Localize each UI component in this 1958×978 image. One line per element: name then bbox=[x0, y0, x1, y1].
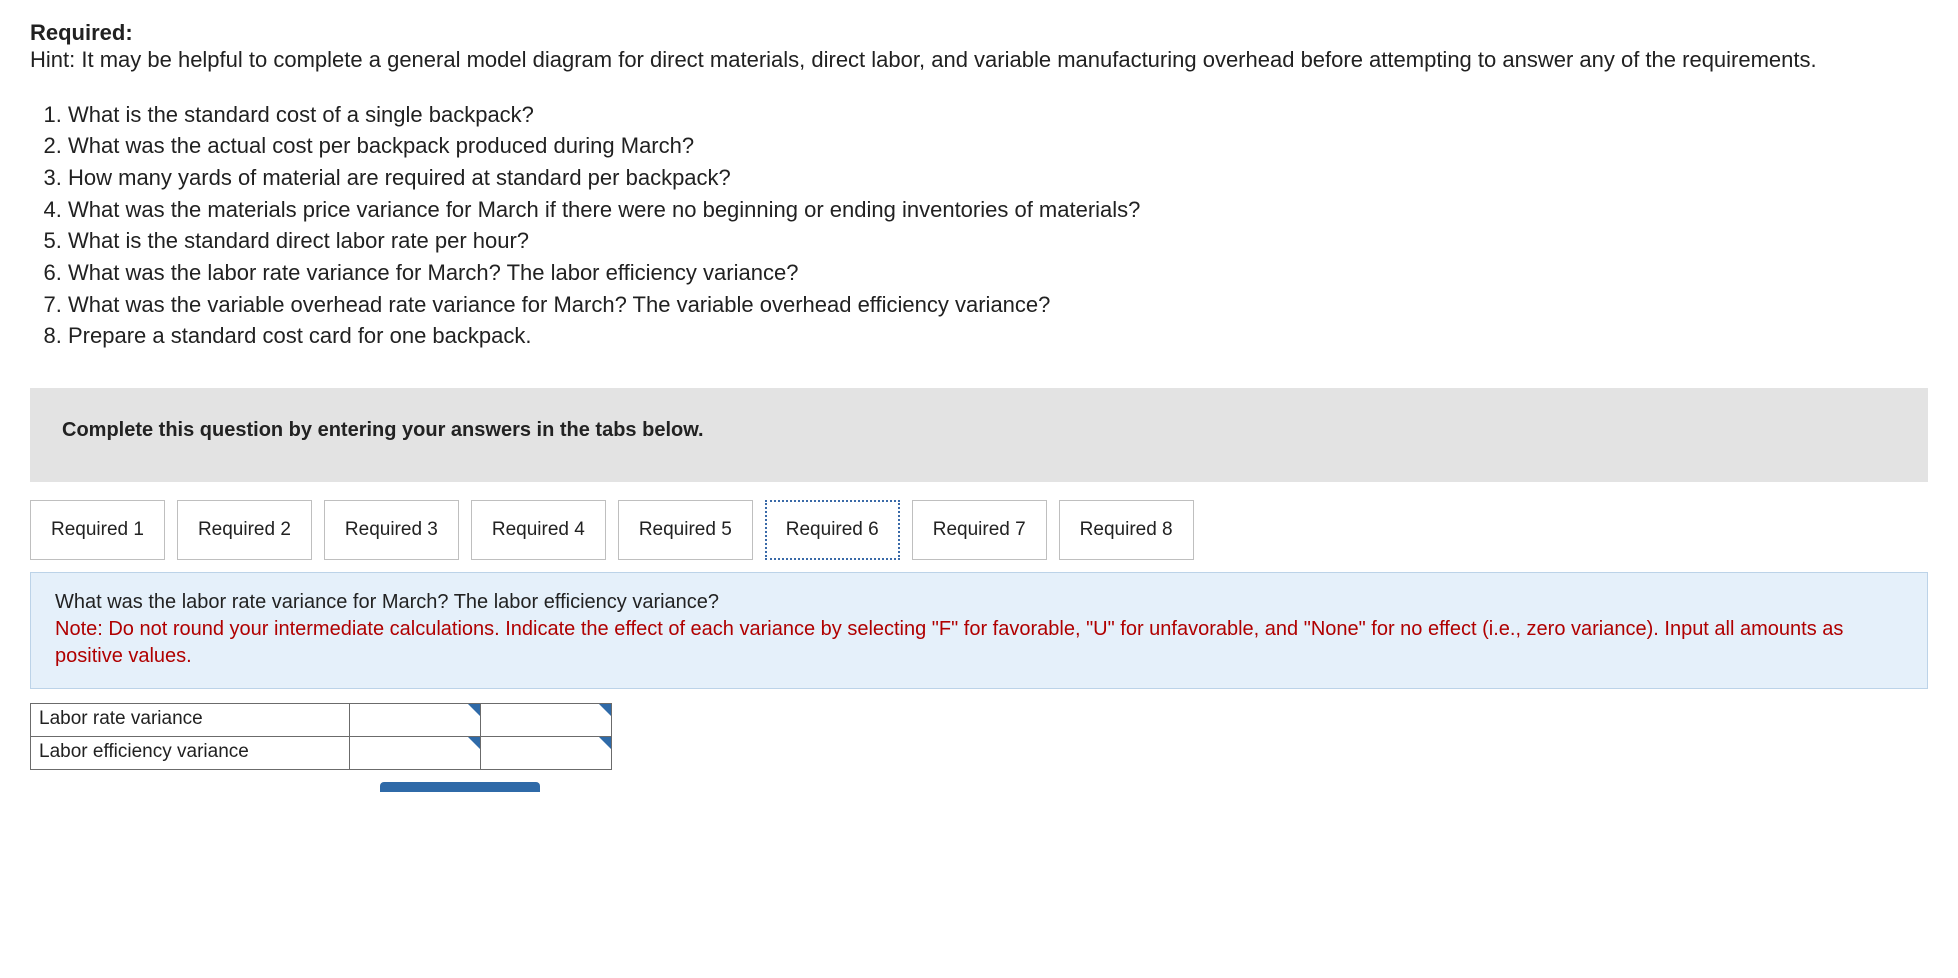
amount-cell[interactable] bbox=[350, 704, 481, 737]
hint-prefix: Hint: bbox=[30, 47, 81, 72]
tab-content-panel: What was the labor rate variance for Mar… bbox=[30, 572, 1928, 689]
tab-required-2[interactable]: Required 2 bbox=[177, 500, 312, 560]
instruction-banner: Complete this question by entering your … bbox=[30, 388, 1928, 482]
input-indicator-icon bbox=[599, 737, 611, 749]
labor-rate-effect-input[interactable] bbox=[481, 705, 611, 735]
tab-required-4[interactable]: Required 4 bbox=[471, 500, 606, 560]
question-list: What is the standard cost of a single ba… bbox=[30, 99, 1928, 353]
labor-efficiency-effect-input[interactable] bbox=[481, 738, 611, 768]
question-item: What was the labor rate variance for Mar… bbox=[68, 257, 1928, 289]
question-item: What is the standard cost of a single ba… bbox=[68, 99, 1928, 131]
panel-note: Note: Do not round your intermediate cal… bbox=[55, 616, 1903, 670]
labor-efficiency-amount-input[interactable] bbox=[350, 738, 480, 768]
tab-required-7[interactable]: Required 7 bbox=[912, 500, 1047, 560]
amount-cell[interactable] bbox=[350, 737, 481, 770]
required-label: Required: bbox=[30, 20, 133, 45]
effect-cell[interactable] bbox=[481, 704, 612, 737]
input-indicator-icon bbox=[468, 704, 480, 716]
question-item: Prepare a standard cost card for one bac… bbox=[68, 320, 1928, 352]
tab-required-3[interactable]: Required 3 bbox=[324, 500, 459, 560]
question-item: How many yards of material are required … bbox=[68, 162, 1928, 194]
table-row: Labor rate variance bbox=[31, 704, 612, 737]
partial-button-stub bbox=[380, 782, 540, 792]
tab-required-8[interactable]: Required 8 bbox=[1059, 500, 1194, 560]
instruction-banner-text: Complete this question by entering your … bbox=[62, 419, 704, 441]
hint-text: Hint: It may be helpful to complete a ge… bbox=[30, 46, 1928, 75]
question-item: What was the actual cost per backpack pr… bbox=[68, 130, 1928, 162]
required-heading: Required: bbox=[30, 20, 1928, 46]
question-item: What was the materials price variance fo… bbox=[68, 194, 1928, 226]
input-indicator-icon bbox=[468, 737, 480, 749]
row-label-labor-rate: Labor rate variance bbox=[31, 704, 350, 737]
tabs-row: Required 1 Required 2 Required 3 Require… bbox=[30, 500, 1928, 560]
tab-required-6[interactable]: Required 6 bbox=[765, 500, 900, 560]
row-label-labor-efficiency: Labor efficiency variance bbox=[31, 737, 350, 770]
tab-required-1[interactable]: Required 1 bbox=[30, 500, 165, 560]
answer-table: Labor rate variance Labor efficiency var… bbox=[30, 703, 612, 770]
table-row: Labor efficiency variance bbox=[31, 737, 612, 770]
question-item: What is the standard direct labor rate p… bbox=[68, 225, 1928, 257]
hint-body: It may be helpful to complete a general … bbox=[81, 47, 1816, 72]
question-item: What was the variable overhead rate vari… bbox=[68, 289, 1928, 321]
labor-rate-amount-input[interactable] bbox=[350, 705, 480, 735]
input-indicator-icon bbox=[599, 704, 611, 716]
panel-question: What was the labor rate variance for Mar… bbox=[55, 589, 1903, 616]
tab-required-5[interactable]: Required 5 bbox=[618, 500, 753, 560]
effect-cell[interactable] bbox=[481, 737, 612, 770]
